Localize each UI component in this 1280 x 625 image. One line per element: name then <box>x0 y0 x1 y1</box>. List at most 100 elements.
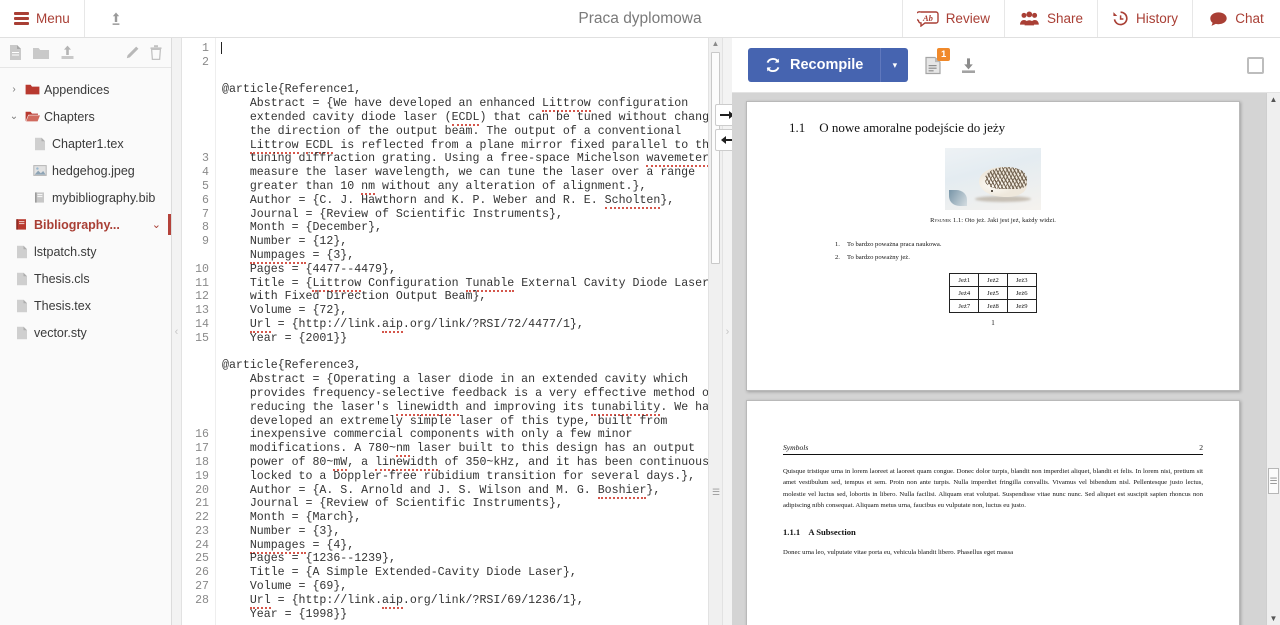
list-item: 1. To bardzo poważna praca naukowa. <box>835 238 1205 251</box>
header-left: Symbols <box>783 443 809 452</box>
download-pdf-button[interactable] <box>959 56 978 75</box>
caption-number: 1.1: <box>952 217 964 224</box>
tree-item-appendices[interactable]: › Appendices <box>0 76 171 103</box>
code-line: modifications. A 780~nm laser built to t… <box>222 442 696 458</box>
line-number-gutter: 12 3456789 10 11 12 13 14 15 16 17 18 19 20 21 22 23… <box>182 38 216 625</box>
tree-item-thesis-tex[interactable]: Thesis.tex <box>0 292 171 319</box>
table-row: Jeż7 Jeż8 Jeż9 <box>949 299 1037 313</box>
chat-button[interactable]: Chat <box>1192 0 1280 37</box>
code-line: Year = {2001}} <box>222 331 348 345</box>
pdf-running-header: Symbols 2 <box>783 443 1203 455</box>
people-group-icon <box>1019 11 1039 25</box>
tree-item-label: Thesis.tex <box>34 298 91 313</box>
table-cell: Jeż5 <box>978 286 1008 300</box>
code-line: Author = {A. S. Arnold and J. S. Wilson … <box>222 483 661 499</box>
tex-file-icon <box>12 272 32 286</box>
code-line: measure the laser wavelength, we can tun… <box>222 166 696 180</box>
tree-item-label: Bibliography... <box>34 217 120 232</box>
code-line: Url = {http://link.aip.org/link/?RSI/69/… <box>249 593 584 609</box>
share-button[interactable]: Share <box>1003 0 1097 37</box>
editor-scroll-grip[interactable]: ☰ <box>712 486 720 498</box>
subsection-title: A Subsection <box>808 526 856 537</box>
tree-item-chapters[interactable]: ⌄ Chapters <box>0 103 171 130</box>
list-marker: 1. <box>835 241 840 248</box>
code-line: Numpages = {3}, <box>249 248 355 264</box>
pdf-page-1: 1.1 O nowe amoralne podejście do jeży Ry… <box>746 101 1240 391</box>
review-button[interactable]: Ab Review <box>901 0 1004 37</box>
code-line: Abstract = {We have developed an enhance… <box>222 97 689 113</box>
code-line: Volume = {69}, <box>222 580 348 594</box>
tex-file-icon <box>12 326 32 340</box>
recompile-label: Recompile <box>790 57 864 73</box>
svg-text:Ab: Ab <box>922 13 933 23</box>
code-line: Author = {C. J. Hawthorn and K. P. Weber… <box>222 193 675 209</box>
code-line: Year = {1998}} <box>222 607 348 621</box>
upload-button[interactable] <box>85 0 147 37</box>
tree-item-mybibliography-bib[interactable]: mybibliography.bib <box>0 184 171 211</box>
table-row: Jeż1 Jeż2 Jeż3 <box>949 273 1037 287</box>
code-text[interactable]: @article{Reference1, Abstract = {We have… <box>216 38 708 625</box>
list-marker: 2. <box>835 254 840 261</box>
scroll-up-arrow[interactable]: ▲ <box>709 38 722 50</box>
tex-file-icon <box>12 245 32 259</box>
table-cell: Jeż1 <box>949 273 980 287</box>
code-line: Volume = {72}, <box>222 304 348 318</box>
tree-item-chapter1-tex[interactable]: Chapter1.tex <box>0 130 171 157</box>
tree-item-label: vector.sty <box>34 325 87 340</box>
header-right: 2 <box>1199 443 1203 452</box>
caption-label: Rysunek <box>930 217 952 224</box>
recompile-button[interactable]: Recompile <box>748 48 881 82</box>
hamburger-icon <box>14 10 29 28</box>
editor-collapse-handle[interactable]: › <box>715 38 740 625</box>
history-label: History <box>1135 11 1178 26</box>
rename-pencil-icon[interactable] <box>124 45 140 61</box>
tree-item-thesis-cls[interactable]: Thesis.cls <box>0 265 171 292</box>
code-line: Numpages = {4}, <box>249 538 355 554</box>
code-area[interactable]: 12 3456789 10 11 12 13 14 15 16 17 18 19 20 21 22 23… <box>182 38 708 625</box>
chevron-left-icon: ‹ <box>174 325 179 338</box>
sidebar-collapse-handle[interactable]: ‹ <box>172 38 182 625</box>
tree-item-hedgehog-jpeg[interactable]: hedgehog.jpeg <box>0 157 171 184</box>
tree-item-label: Chapters <box>44 109 95 124</box>
page-number: 1 <box>991 319 995 327</box>
delete-trash-icon[interactable] <box>149 44 163 61</box>
pdf-scrollbar[interactable]: ▲ ☰ ▼ <box>1266 93 1280 625</box>
subsection-number: 1.1.1 <box>783 526 801 537</box>
compile-log-button[interactable]: 1 <box>924 47 951 76</box>
upload-arrow-icon <box>112 12 120 25</box>
pdf-body-paragraph: Quisque tristique urna in lorem laoreet … <box>783 468 1203 510</box>
editor-scroll-thumb[interactable] <box>711 52 720 264</box>
recompile-options-button[interactable]: ▾ <box>880 48 909 82</box>
chevron-right-icon[interactable]: › <box>6 84 22 95</box>
code-line: Littrow ECDL is reflected from a plane m… <box>249 138 708 154</box>
table-cell: Jeż7 <box>949 299 980 313</box>
tree-item-lstpatch-sty[interactable]: lstpatch.sty <box>0 238 171 265</box>
chat-bubble-icon <box>1210 11 1227 26</box>
pdf-section-heading: 1.1 O nowe amoralne podejście do jeży <box>789 120 1205 136</box>
new-folder-icon[interactable] <box>32 45 50 61</box>
history-button[interactable]: History <box>1096 0 1192 37</box>
code-line: Number = {3}, <box>222 524 341 538</box>
code-line: Abstract = {Operating a laser diode in a… <box>222 373 689 387</box>
menu-label: Menu <box>36 11 70 26</box>
bib-file-icon <box>12 218 32 231</box>
file-sidebar: › Appendices ⌄ Chapters Chapter1.tex hed… <box>0 38 172 625</box>
tree-item-bibliography[interactable]: Bibliography... ⌄ <box>0 211 171 238</box>
pdf-scroll-down-arrow[interactable]: ▼ <box>1267 612 1280 625</box>
code-line: Month = {March}, <box>222 511 362 525</box>
new-file-icon[interactable] <box>8 44 23 61</box>
menu-button[interactable]: Menu <box>0 0 85 37</box>
upload-icon[interactable] <box>59 44 76 61</box>
pdf-enumerate-list: 1. To bardzo poważna praca naukowa. 2. T… <box>835 238 1205 264</box>
pdf-scroll-thumb[interactable]: ☰ <box>1268 468 1279 494</box>
chevron-down-icon[interactable]: ⌄ <box>152 218 161 231</box>
code-line: Title = {A Simple Extended-Cavity Diode … <box>222 566 577 580</box>
fullscreen-toggle-button[interactable] <box>1247 56 1264 74</box>
pdf-viewport[interactable]: 1.1 O nowe amoralne podejście do jeży Ry… <box>732 93 1280 625</box>
chevron-down-icon[interactable]: ⌄ <box>6 111 22 122</box>
tree-item-vector-sty[interactable]: vector.sty <box>0 319 171 346</box>
pdf-scroll-up-arrow[interactable]: ▲ <box>1267 93 1280 106</box>
file-actions-toolbar <box>0 38 171 68</box>
